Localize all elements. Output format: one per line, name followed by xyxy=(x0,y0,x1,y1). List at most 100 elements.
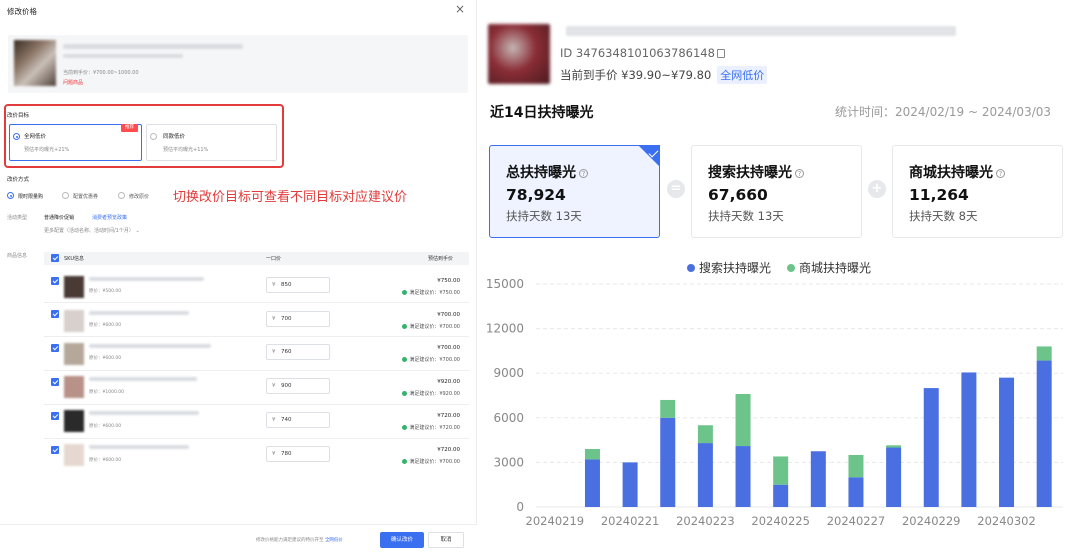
row-checkbox[interactable] xyxy=(51,310,59,318)
y-tick-label: 9000 xyxy=(493,366,524,380)
bar-segment xyxy=(961,372,977,507)
table-section-title: 商品信息 xyxy=(7,253,28,259)
method-option-flash[interactable]: 限时限量购 xyxy=(18,193,43,200)
bar-segment xyxy=(584,459,600,507)
sku-name-blurred xyxy=(89,445,189,449)
row-checkbox[interactable] xyxy=(51,412,59,420)
row-checkbox[interactable] xyxy=(51,344,59,352)
method-option-original[interactable]: 修改原价 xyxy=(129,193,149,200)
stat-time: 统计时间：2024/02/19 ~ 2024/03/03 xyxy=(835,105,1052,119)
x-tick-label: 20240223 xyxy=(676,514,735,528)
suggest-price: ¥720.00 xyxy=(437,413,460,419)
metric-card-search[interactable]: 搜索扶持曝光? 67,660 扶持天数 13天 xyxy=(691,145,862,238)
bar-segment xyxy=(660,417,676,507)
metric-label: 总扶持曝光? xyxy=(506,162,588,182)
x-tick-label: 20240221 xyxy=(601,514,660,528)
confirm-button[interactable]: 确认改价 xyxy=(380,532,424,548)
sku-original-price: 原价：¥600.00 xyxy=(89,424,122,429)
metric-value: 11,264 xyxy=(909,186,969,204)
bar-segment xyxy=(660,399,676,418)
activity-policy-link[interactable]: 消费者预览政策 xyxy=(92,214,127,221)
price-input[interactable]: ¥760 xyxy=(266,344,330,360)
metric-value: 67,660 xyxy=(708,186,768,204)
product-name-blurred xyxy=(63,44,243,49)
radio-icon[interactable] xyxy=(118,192,125,199)
sku-name-blurred xyxy=(89,411,199,415)
y-tick-label: 3000 xyxy=(493,455,524,469)
row-checkbox[interactable] xyxy=(51,378,59,386)
header-est-price: 预估到手价 xyxy=(428,256,454,262)
row-checkbox[interactable] xyxy=(51,277,59,285)
divider xyxy=(44,438,469,439)
product-thumbnail xyxy=(14,40,56,86)
bar-segment xyxy=(886,447,902,507)
more-config-toggle[interactable]: 更多配置（活动名称、活动时间/1个月） ⌄ xyxy=(44,227,140,234)
bar-segment xyxy=(1036,360,1052,507)
sku-original-price: 原价：¥600.00 xyxy=(89,458,122,463)
equals-icon: = xyxy=(667,180,685,198)
x-tick-label: 20240227 xyxy=(827,514,886,528)
bar-segment xyxy=(622,462,638,507)
x-tick-label: 20240229 xyxy=(902,514,961,528)
goal-highlight-box xyxy=(4,104,284,168)
select-all-checkbox[interactable] xyxy=(51,254,59,262)
price-input[interactable]: ¥740 xyxy=(266,412,330,428)
radio-icon[interactable] xyxy=(7,192,14,199)
bar-segment xyxy=(848,454,864,478)
method-option-coupon[interactable]: 配置优惠券 xyxy=(73,193,98,200)
cancel-button[interactable]: 取消 xyxy=(428,532,464,548)
activity-type-value: 普通降价促销 xyxy=(44,215,75,221)
bar-segment xyxy=(697,443,713,507)
sku-thumbnail xyxy=(64,343,84,365)
metric-days: 扶持天数 13天 xyxy=(506,209,582,223)
x-tick-label: 20240302 xyxy=(977,514,1036,528)
info-icon: ? xyxy=(996,169,1005,178)
suggest-price: ¥720.00 xyxy=(437,447,460,453)
suggest-note: 满足建议价：¥700.00 xyxy=(380,323,460,330)
sku-thumbnail xyxy=(64,276,84,298)
sku-name-blurred xyxy=(89,377,197,381)
header-price: 一口价 xyxy=(266,256,282,262)
product-id: ID 3476348101063786148 xyxy=(560,46,725,60)
suggest-note: 满足建议价：¥720.00 xyxy=(380,424,460,431)
info-icon: ? xyxy=(579,169,588,178)
suggest-note: 满足建议价：¥700.00 xyxy=(380,458,460,465)
metric-label: 搜索扶持曝光? xyxy=(708,162,804,182)
price-input[interactable]: ¥900 xyxy=(266,378,330,394)
method-section-title: 改价方式 xyxy=(7,177,30,183)
bar-segment xyxy=(697,425,713,444)
suggest-price: ¥700.00 xyxy=(437,312,460,318)
footer-note-link[interactable]: 全网低价 xyxy=(325,538,343,543)
bar-segment xyxy=(735,446,751,507)
x-tick-label: 20240219 xyxy=(526,514,585,528)
radio-icon[interactable] xyxy=(62,192,69,199)
metric-value: 78,924 xyxy=(506,186,566,204)
price-input[interactable]: ¥780 xyxy=(266,446,330,462)
bar-segment xyxy=(923,388,939,507)
plus-icon: + xyxy=(868,180,886,198)
suggest-note: 满足建议价：¥750.00 xyxy=(380,289,460,296)
copy-icon[interactable] xyxy=(716,49,725,58)
bar-segment xyxy=(584,449,600,460)
divider xyxy=(44,302,469,303)
selected-corner xyxy=(638,145,660,167)
metric-card-total[interactable]: 总扶持曝光? 78,924 扶持天数 13天 xyxy=(489,145,660,238)
price-edit-modal: 修改价格 × 当前到手价：¥700.00~1000.00 问题商品 改价目标 全… xyxy=(0,0,477,553)
sku-name-blurred xyxy=(89,311,189,315)
screenshot-root: 修改价格 × 当前到手价：¥700.00~1000.00 问题商品 改价目标 全… xyxy=(0,0,1080,553)
row-checkbox[interactable] xyxy=(51,446,59,454)
sku-thumbnail xyxy=(64,444,84,466)
modal-title: 修改价格 xyxy=(7,7,37,16)
sku-original-price: 原价：¥1000.00 xyxy=(89,390,124,395)
sku-table-header xyxy=(44,252,469,265)
sku-thumbnail xyxy=(64,376,84,398)
price-input[interactable]: ¥850 xyxy=(266,277,330,293)
suggest-price: ¥920.00 xyxy=(437,379,460,385)
sku-original-price: 原价：¥600.00 xyxy=(89,323,122,328)
price-input[interactable]: ¥700 xyxy=(266,311,330,327)
annotation-text: 切换改价目标可查看不同目标对应建议价 xyxy=(173,190,408,205)
modal-header: 修改价格 × xyxy=(0,0,477,24)
close-icon[interactable]: × xyxy=(455,3,465,15)
product-tag[interactable]: 问题商品 xyxy=(63,79,83,86)
metric-card-mall[interactable]: 商城扶持曝光? 11,264 扶持天数 8天 xyxy=(892,145,1063,238)
